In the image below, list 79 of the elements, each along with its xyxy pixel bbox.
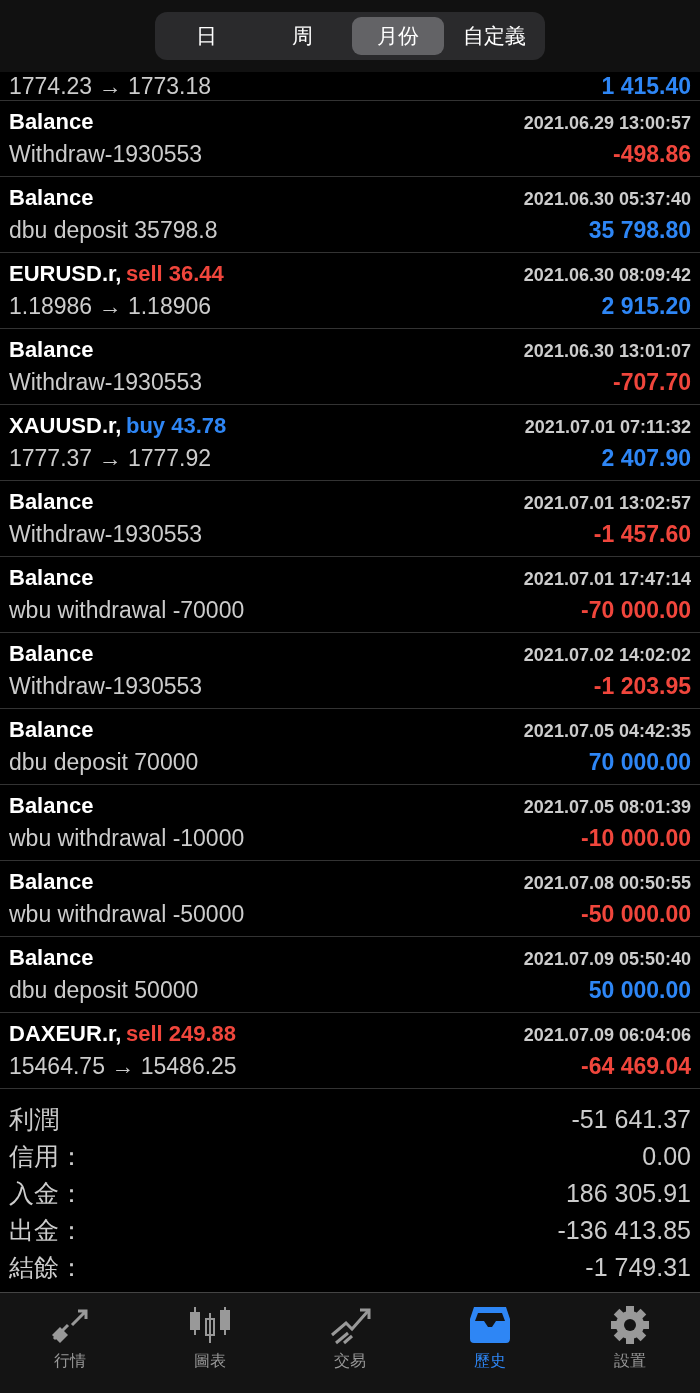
candlestick-icon: [188, 1305, 232, 1345]
timestamp: 2021.07.09 06:04:06: [523, 1025, 691, 1046]
profit-amount: 2 915.20: [601, 293, 691, 320]
summary-value: 0.00: [642, 1142, 691, 1171]
summary-value: -136 413.85: [557, 1216, 691, 1245]
period-tab[interactable]: 日: [160, 17, 252, 55]
timestamp: 2021.07.01 17:47:14: [523, 569, 691, 590]
period-tab[interactable]: 周: [256, 17, 348, 55]
price-change: 1774.23 → 1773.18: [9, 72, 212, 100]
entry-title: Balance: [9, 565, 94, 591]
profit-amount: -498.86: [613, 141, 691, 168]
comment: dbu deposit 35798.8: [9, 217, 218, 244]
trade-action: buy 43.78: [125, 413, 227, 438]
summary-value: -1 749.31: [585, 1253, 691, 1282]
profit-amount: -1 457.60: [593, 521, 691, 548]
profit-amount: 35 798.80: [588, 217, 691, 244]
entry-title: Balance: [9, 793, 94, 819]
profit-amount: -707.70: [613, 369, 691, 396]
comment: wbu withdrawal -70000: [9, 597, 245, 624]
entry-title: Balance: [9, 489, 94, 515]
summary-label: 入金：: [9, 1178, 84, 1209]
entry-title: Balance: [9, 945, 94, 971]
comment: wbu withdrawal -50000: [9, 901, 245, 928]
profit-amount: -64 469.04: [581, 1053, 691, 1080]
comment: Withdraw-1930553: [9, 369, 203, 396]
profit-amount: -10 000.00: [581, 825, 691, 852]
price-change: 15464.75 → 15486.25: [9, 1053, 237, 1080]
comment: Withdraw-1930553: [9, 521, 203, 548]
price-change: 1777.37 → 1777.92: [9, 445, 212, 472]
tab-bar-item[interactable]: 圖表: [140, 1293, 280, 1393]
comment: Withdraw-1930553: [9, 141, 203, 168]
profit-amount: 2 407.90: [601, 445, 691, 472]
timestamp: 2021.07.01 07:11:32: [524, 417, 691, 438]
entry-title: Balance: [9, 641, 94, 667]
comment: wbu withdrawal -10000: [9, 825, 245, 852]
summary-value: 186 305.91: [565, 1179, 691, 1208]
timestamp: 2021.07.01 13:02:57: [523, 493, 691, 514]
symbol: XAUUSD.r,: [9, 413, 122, 438]
comment: dbu deposit 70000: [9, 749, 199, 776]
profit-amount: 1 415.40: [601, 72, 691, 100]
tab-bar-item[interactable]: 行情: [0, 1293, 140, 1393]
summary-label: 結餘：: [9, 1252, 84, 1283]
period-tab[interactable]: 自定義: [448, 17, 540, 55]
tab-bar-item[interactable]: 設置: [560, 1293, 700, 1393]
timestamp: 2021.07.05 08:01:39: [523, 797, 691, 818]
summary-label: 信用：: [9, 1141, 84, 1172]
symbol: EURUSD.r,: [9, 261, 122, 286]
tab-bar-item[interactable]: 交易: [280, 1293, 420, 1393]
period-tab[interactable]: 月份: [352, 17, 444, 55]
summary-value: -51 641.37: [571, 1105, 691, 1134]
profit-amount: -50 000.00: [581, 901, 691, 928]
profit-amount: -70 000.00: [581, 597, 691, 624]
entry-title: Balance: [9, 869, 94, 895]
comment: dbu deposit 50000: [9, 977, 199, 1004]
symbol: DAXEUR.r,: [9, 1021, 122, 1046]
inbox-icon: [468, 1305, 512, 1345]
settings-icon: [608, 1305, 652, 1345]
timestamp: 2021.06.30 08:09:42: [523, 265, 691, 286]
trade-action: sell 36.44: [125, 261, 224, 286]
timestamp: 2021.06.30 13:01:07: [523, 341, 691, 362]
profit-amount: -1 203.95: [593, 673, 691, 700]
timestamp: 2021.07.05 04:42:35: [523, 721, 691, 742]
timestamp: 2021.07.02 14:02:02: [523, 645, 691, 666]
entry-title: Balance: [9, 337, 94, 363]
entry-title: Balance: [9, 717, 94, 743]
comment: Withdraw-1930553: [9, 673, 203, 700]
timestamp: 2021.07.08 00:50:55: [523, 873, 691, 894]
timestamp: 2021.06.30 05:37:40: [523, 189, 691, 210]
price-change: 1.18986 → 1.18906: [9, 293, 212, 320]
trade-action: sell 249.88: [125, 1021, 237, 1046]
entry-title: Balance: [9, 185, 94, 211]
summary-label: 利潤: [9, 1104, 59, 1135]
profit-amount: 50 000.00: [588, 977, 691, 1004]
timestamp: 2021.07.09 05:50:40: [523, 949, 691, 970]
profit-amount: 70 000.00: [588, 749, 691, 776]
summary-label: 出金：: [9, 1215, 84, 1246]
entry-title: Balance: [9, 109, 94, 135]
timestamp: 2021.06.29 13:00:57: [523, 113, 691, 134]
tab-bar-item[interactable]: 歷史: [420, 1293, 560, 1393]
